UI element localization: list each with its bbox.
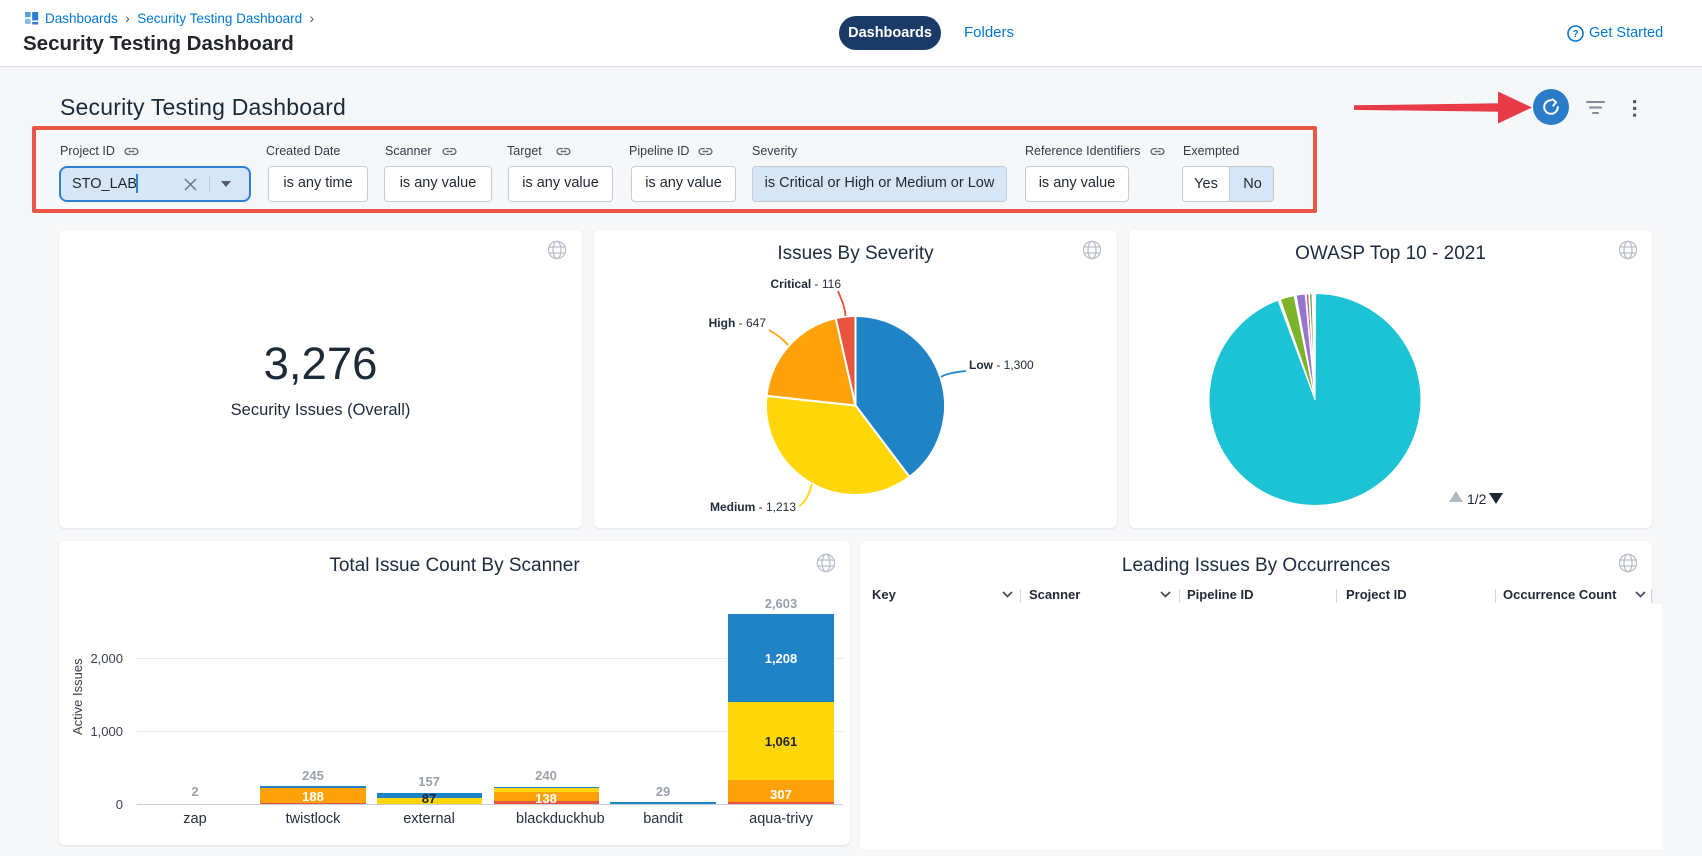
- svg-text:Critical - 116: Critical - 116: [771, 277, 842, 291]
- svg-text:Low - 1,300: Low - 1,300: [969, 358, 1034, 372]
- svg-text:?: ?: [1572, 29, 1578, 40]
- svg-text:Medium - 1,213: Medium - 1,213: [710, 500, 796, 514]
- svg-text:High - 647: High - 647: [709, 316, 767, 330]
